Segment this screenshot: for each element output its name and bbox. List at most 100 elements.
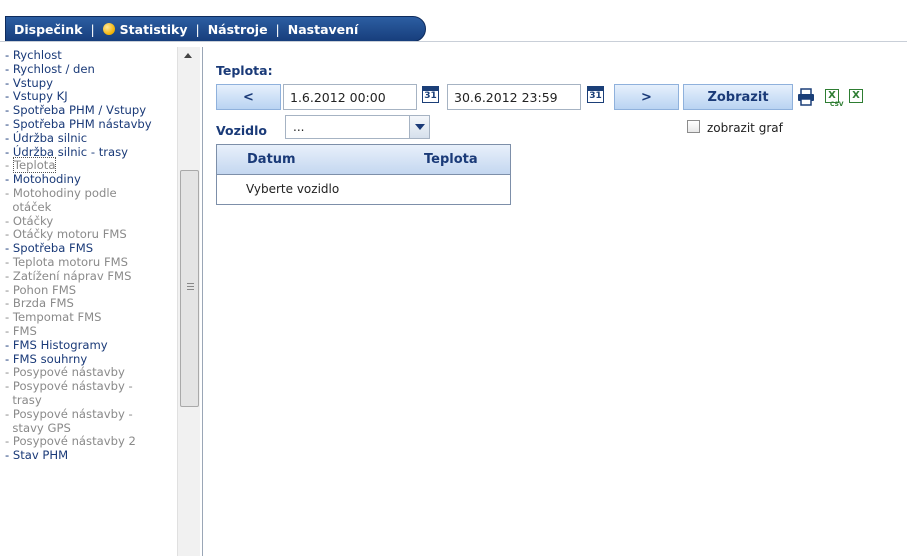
- sidebar-item-bullet: -: [5, 227, 13, 242]
- results-table: Datum Teplota Vyberte vozidlo: [216, 144, 511, 205]
- scrollbar-thumb[interactable]: [180, 170, 199, 407]
- sidebar-item[interactable]: - Vstupy KJ: [5, 89, 177, 104]
- calendar-icon[interactable]: 31: [422, 86, 439, 103]
- show-button[interactable]: Zobrazit: [683, 84, 793, 110]
- sidebar-item[interactable]: - Stav PHM: [5, 448, 177, 463]
- sidebar-item-label: Posypové nástavby: [12, 365, 125, 380]
- column-header-datum[interactable]: Datum: [217, 145, 382, 174]
- sidebar-item[interactable]: - Rychlost: [5, 48, 177, 63]
- sidebar-item[interactable]: - FMS: [5, 324, 177, 339]
- main-nav: Dispečink | Statistiky | Nástroje | Nast…: [5, 16, 426, 42]
- sidebar-item[interactable]: - Spotřeba PHM nástavby: [5, 116, 177, 132]
- sidebar-item-label: Motohodiny: [12, 172, 81, 187]
- date-to-field[interactable]: 30.6.2012 23:59: [447, 84, 581, 110]
- sidebar-item-label: Posypové nástavby -: [12, 406, 133, 421]
- next-period-button[interactable]: >: [614, 84, 679, 110]
- sidebar-item[interactable]: - Posypové nástavby 2: [5, 434, 177, 449]
- sidebar-item-label: Brzda FMS: [12, 296, 74, 311]
- grip-icon: [187, 283, 194, 292]
- sidebar-item[interactable]: - Posypové nástavby: [5, 365, 177, 380]
- sidebar-item[interactable]: stavy GPS: [5, 421, 177, 436]
- sidebar-item[interactable]: - Údržba silnic: [5, 130, 177, 146]
- sidebar-item-bullet: -: [5, 296, 13, 311]
- sidebar-item-label: Teplota: [12, 157, 57, 174]
- sidebar-item-bullet: -: [5, 241, 13, 256]
- top-bar: Dispečink | Statistiky | Nástroje | Nast…: [0, 0, 907, 46]
- sidebar-item[interactable]: - Tempomat FMS: [5, 310, 177, 325]
- sidebar-item-bullet: -: [5, 103, 13, 118]
- sidebar-item-label: Spotřeba PHM / Vstupy: [12, 103, 147, 118]
- sidebar-item[interactable]: - Posypové nástavby -: [5, 406, 177, 422]
- excel-icon[interactable]: X: [849, 89, 863, 103]
- sidebar-item-label: Stav PHM: [12, 448, 69, 463]
- sidebar-item-label: Otáčky motoru FMS: [12, 227, 127, 242]
- calendar-icon[interactable]: 31: [587, 86, 604, 103]
- sidebar-item-label: FMS Histogramy: [12, 337, 108, 352]
- nav-nastaveni[interactable]: Nastavení: [288, 22, 359, 37]
- sidebar-item-label: Posypové nástavby 2: [12, 434, 136, 449]
- sidebar-item-label: otáček: [12, 199, 52, 214]
- sidebar-item-bullet: -: [5, 337, 13, 352]
- sidebar-item[interactable]: - Zatížení náprav FMS: [5, 268, 177, 284]
- nav-dispecink[interactable]: Dispečink: [14, 22, 82, 37]
- sidebar-item[interactable]: otáček: [5, 199, 177, 215]
- sidebar-item-label: Zatížení náprav FMS: [12, 268, 132, 283]
- empty-message: Vyberte vozidlo: [246, 182, 340, 196]
- sidebar-item[interactable]: - Motohodiny podle: [5, 186, 177, 201]
- sidebar-item[interactable]: - FMS souhrny: [5, 352, 177, 367]
- calendar-day: 31: [424, 91, 437, 101]
- sidebar-item-label: trasy: [12, 392, 42, 407]
- sidebar-item[interactable]: - Rychlost / den: [5, 61, 177, 77]
- sidebar-item[interactable]: - Spotřeba FMS: [5, 241, 177, 256]
- sidebar-item-bullet: -: [5, 61, 13, 76]
- sidebar-item[interactable]: - Pohon FMS: [5, 282, 177, 298]
- sidebar-item[interactable]: - Otáčky motoru FMS: [5, 227, 177, 242]
- sidebar-item[interactable]: - Motohodiny: [5, 172, 177, 187]
- vehicle-select[interactable]: ...: [285, 115, 430, 139]
- sidebar-item-label: Spotřeba PHM nástavby: [12, 116, 152, 131]
- sidebar: - Rychlost - Rychlost / den - Vstupy - Vstu…: [0, 47, 203, 556]
- sidebar-item[interactable]: - Teplota motoru FMS: [5, 254, 177, 270]
- vehicle-select-value: ...: [293, 120, 305, 134]
- sidebar-item-label: Pohon FMS: [12, 282, 77, 297]
- nav-separator: |: [195, 21, 200, 37]
- sidebar-item-bullet: -: [5, 434, 13, 449]
- page-title: Teplota:: [216, 63, 273, 78]
- nav-statistiky[interactable]: Statistiky: [120, 22, 188, 37]
- scroll-up-arrow-icon[interactable]: [184, 53, 192, 58]
- sidebar-item-bullet: -: [5, 365, 13, 380]
- sidebar-item[interactable]: - FMS Histogramy: [5, 337, 177, 353]
- sidebar-item-bullet: -: [5, 310, 13, 325]
- sidebar-item-bullet: -: [5, 158, 13, 173]
- divider: [0, 41, 907, 42]
- sidebar-item-bullet: -: [5, 48, 13, 62]
- sidebar-item-bullet: -: [5, 379, 13, 394]
- show-chart-checkbox[interactable]: [687, 120, 700, 133]
- sidebar-item-label: Otáčky: [12, 213, 54, 228]
- sidebar-item-label: Rychlost: [12, 48, 62, 62]
- sidebar-item[interactable]: - Vstupy: [5, 76, 177, 91]
- date-from-field[interactable]: 1.6.2012 00:00: [283, 84, 417, 110]
- sidebar-item-bullet: -: [5, 448, 13, 463]
- sidebar-item[interactable]: - Spotřeba PHM / Vstupy: [5, 103, 177, 118]
- sidebar-item[interactable]: - Posypové nástavby -: [5, 379, 177, 394]
- sidebar-item[interactable]: - Brzda FMS: [5, 296, 177, 311]
- prev-period-button[interactable]: <: [216, 84, 281, 110]
- sidebar-item[interactable]: trasy: [5, 392, 177, 408]
- sidebar-item-bullet: -: [5, 282, 13, 297]
- sidebar-item-bullet: -: [5, 130, 13, 145]
- sidebar-item[interactable]: - Otáčky: [5, 213, 177, 229]
- sidebar-item-label: Vstupy KJ: [12, 89, 68, 104]
- printer-icon[interactable]: [797, 88, 815, 106]
- nav-nastroje[interactable]: Nástroje: [208, 22, 268, 37]
- sidebar-item[interactable]: - Teplota: [5, 157, 177, 174]
- sidebar-item-label: Teplota motoru FMS: [12, 254, 128, 269]
- sidebar-scrollbar[interactable]: [177, 47, 200, 556]
- sidebar-item-bullet: -: [5, 172, 13, 187]
- chevron-down-icon[interactable]: [409, 116, 429, 138]
- sidebar-item-bullet: -: [5, 144, 13, 159]
- sidebar-item-bullet: -: [5, 213, 13, 228]
- sidebar-item-label: Spotřeba FMS: [12, 241, 94, 256]
- column-header-teplota[interactable]: Teplota: [382, 145, 478, 174]
- sidebar-item-label: Rychlost / den: [12, 61, 95, 76]
